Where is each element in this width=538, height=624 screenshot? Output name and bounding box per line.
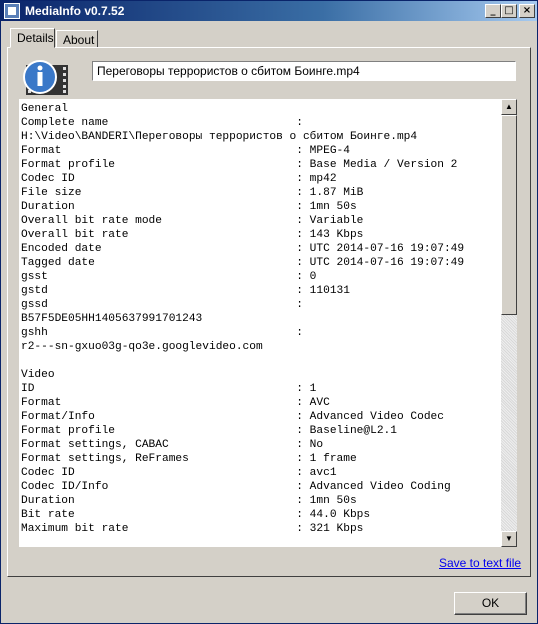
window-title: MediaInfo v0.7.52 (25, 4, 125, 18)
info-line: Codec ID : mp42 (21, 173, 337, 185)
tab-about[interactable]: About (56, 30, 98, 48)
info-line: Format settings, CABAC : No (21, 439, 324, 451)
info-line: Codec ID : avc1 (21, 467, 337, 479)
info-line: Format profile : Base Media / Version 2 (21, 159, 458, 171)
info-line: Tagged date : UTC 2014-07-16 19:07:49 (21, 257, 465, 269)
info-line: Format/Info : Advanced Video Codec (21, 411, 444, 423)
info-line: Codec ID/Info : Advanced Video Coding (21, 481, 451, 493)
info-line: Format settings, ReFrames : 1 frame (21, 453, 357, 465)
info-line: Overall bit rate mode : Variable (21, 215, 364, 227)
info-line: Maximum bit rate : 321 Kbps (21, 523, 364, 535)
minimize-icon[interactable]: _ (485, 4, 501, 18)
info-line: File size : 1.87 MiB (21, 187, 364, 199)
info-line: ID : 1 (21, 383, 317, 395)
info-line: Format : MPEG-4 (21, 145, 350, 157)
info-line: gshh : (21, 327, 303, 339)
info-line: H:\Video\BANDERI\Переговоры террористов … (21, 131, 418, 143)
info-line: Duration : 1mn 50s (21, 495, 357, 507)
info-line: Format : AVC (21, 397, 330, 409)
close-icon[interactable]: × (519, 4, 535, 18)
info-line: Video (21, 369, 55, 381)
title-bar[interactable]: MediaInfo v0.7.52 _ □ × (1, 1, 537, 21)
info-line: Complete name : (21, 117, 303, 129)
info-line: General (21, 103, 68, 115)
info-line: Format profile : Baseline@L2.1 (21, 425, 397, 437)
vertical-scrollbar[interactable]: ▲ ▼ (501, 99, 517, 547)
info-line: gssd : (21, 299, 303, 311)
info-line: gstd : 110131 (21, 285, 350, 297)
info-line: r2---sn-gxuo03g-qo3e.googlevideo.com (21, 341, 263, 353)
info-line: gsst : 0 (21, 271, 317, 283)
ok-button[interactable]: OK (454, 592, 527, 615)
maximize-icon[interactable]: □ (501, 4, 517, 18)
info-line: Overall bit rate : 143 Kbps (21, 229, 364, 241)
info-line: Duration : 1mn 50s (21, 201, 357, 213)
media-info-text: General Complete name : H:\Video\BANDERI… (21, 102, 464, 536)
app-icon (4, 3, 20, 19)
mediainfo-window: MediaInfo v0.7.52 _ □ × Details About Пе… (0, 0, 538, 624)
file-name-field[interactable]: Переговоры террористов о сбитом Боинге.m… (92, 61, 516, 81)
save-to-text-file-link[interactable]: Save to text file (439, 556, 521, 570)
info-line: Encoded date : UTC 2014-07-16 19:07:49 (21, 243, 465, 255)
tab-details[interactable]: Details (10, 28, 55, 48)
scroll-thumb[interactable] (501, 115, 517, 315)
scroll-up-icon[interactable]: ▲ (501, 99, 517, 115)
info-textarea[interactable]: General Complete name : H:\Video\BANDERI… (19, 99, 517, 547)
info-line: Bit rate : 44.0 Kbps (21, 509, 371, 521)
info-line: B57F5DE05HH1405637991701243 (21, 313, 203, 325)
info-film-icon (23, 60, 68, 95)
scroll-down-icon[interactable]: ▼ (501, 531, 517, 547)
